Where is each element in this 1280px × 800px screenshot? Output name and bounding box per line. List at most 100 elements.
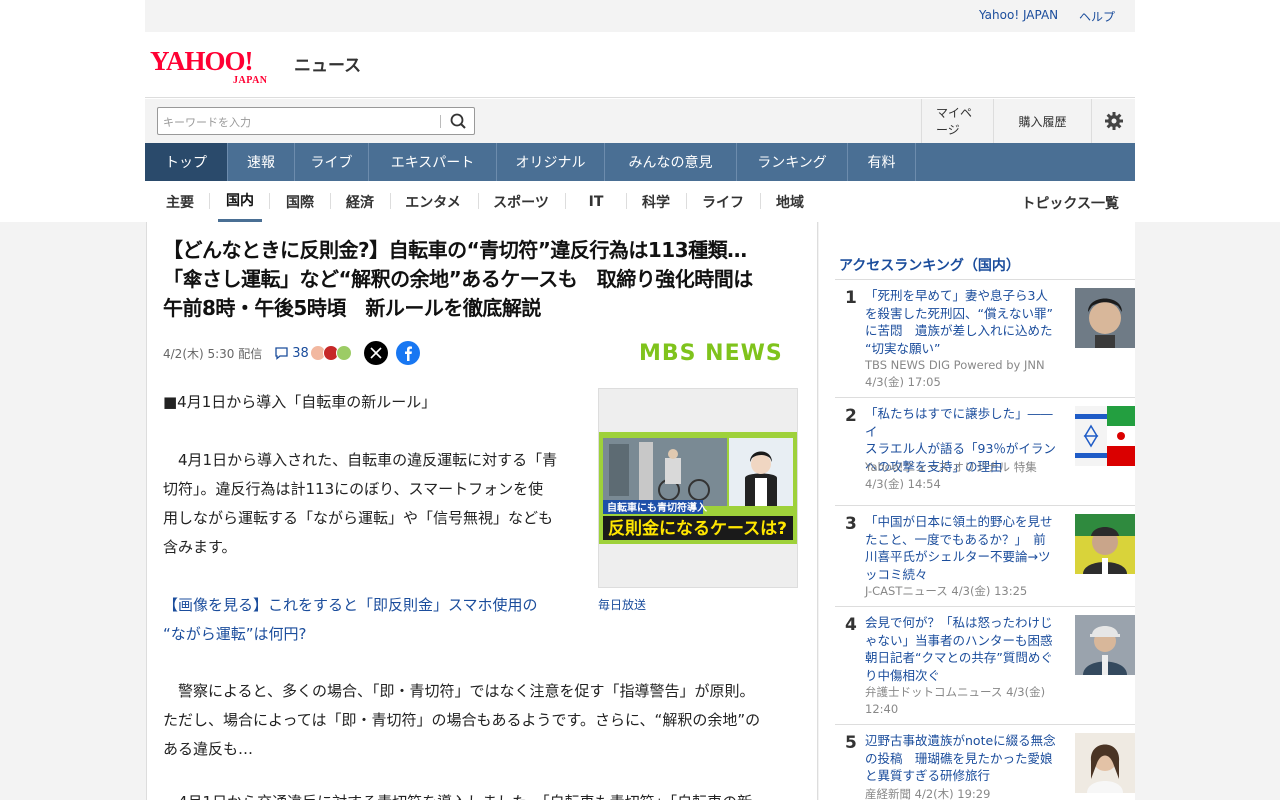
subnav-divider — [330, 193, 331, 209]
article: 【どんなときに反則金?】自転車の“青切符”違反行為は113種類… 「傘さし運転」… — [146, 222, 818, 800]
rank-source-line: TBS NEWS DIG Powered by JNN — [865, 358, 1045, 372]
main-nav: トップ 速報 ライブ エキスパート オリジナル みんなの意見 ランキング 有料 — [145, 143, 1135, 181]
article-photo[interactable]: 自転車にも青切符導入 反則金になるケースは? — [598, 388, 798, 588]
link-line: 【画像を見る】これをすると「即反則金」スマホ使用の — [163, 596, 538, 614]
rank-thumbnail — [1075, 615, 1135, 675]
rank-title-line: の投稿 珊瑚礁を見たかった愛娘 — [865, 750, 1053, 766]
ranking-heading: アクセスランキング（国内） — [839, 258, 1020, 274]
rank-source-line: 弁護士ドットコムニュース 4/3(金) — [865, 685, 1046, 699]
rank-source-line: 4/3(金) 14:54 — [865, 476, 941, 491]
help-link[interactable]: ヘルプ — [1079, 8, 1115, 25]
rank-title-line: 「中国が日本に領土的野心を見せ — [865, 514, 1053, 529]
nav-live[interactable]: ライブ — [295, 143, 369, 181]
nav-expert[interactable]: エキスパート — [369, 143, 497, 181]
ranking-sidebar: アクセスランキング（国内） 1 「死刑を早めて」妻や息子ら3人 を殺害した死刑囚… — [819, 222, 1135, 800]
body-line: 4月1日から交通違反に対する青切符を導入しました。「自転車も青切符」「自転車の新 — [163, 788, 807, 800]
image-link[interactable]: 【画像を見る】これをすると「即反則金」スマホ使用の “ながら運転”は何円? — [163, 591, 579, 649]
body-line: ある違反も… — [163, 740, 254, 758]
rank-thumbnail — [1075, 733, 1135, 793]
link-line: “ながら運転”は何円? — [163, 625, 307, 643]
yahoo-news-logo[interactable]: YAHOO! JAPAN ニュース — [150, 46, 361, 86]
article-meta: 4/2(木) 5:30 配信 38 — [163, 341, 420, 365]
share-buttons — [363, 341, 420, 365]
nav-paid[interactable]: 有料 — [848, 143, 916, 181]
publish-date: 4/2(木) 5:30 配信 — [163, 346, 263, 361]
subnav-sports[interactable]: スポーツ — [486, 181, 556, 222]
search-row: マイページ 購入履歴 — [145, 99, 1135, 143]
subnav-international[interactable]: 国際 — [277, 181, 323, 222]
body-line: ただし、場合によっては「即・青切符」の場合もあるようです。さらに、“解釈の余地”… — [163, 711, 761, 729]
body-line: 4月1日から導入された、自転車の違反運転に対する「青 — [163, 451, 558, 469]
subnav-divider — [478, 193, 479, 209]
x-share-icon[interactable] — [363, 341, 388, 365]
subnav-divider — [209, 193, 210, 209]
subnav-region[interactable]: 地域 — [767, 181, 813, 222]
photo-credit[interactable]: 毎日放送 — [598, 596, 646, 613]
body-paragraph: 4月1日から交通違反に対する青切符を導入しました。「自転車も青切符」「自転車の新 — [163, 788, 807, 800]
subnav-divider — [626, 193, 627, 209]
body-paragraph: 警察によると、多くの場合、「即・青切符」ではなく注意を促す「指導警告」が原則。 … — [163, 677, 807, 764]
article-body: ■4月1日から導入「自転車の新ルール」 4月1日から導入された、自転車の違反運転… — [163, 388, 579, 678]
ranking-item[interactable]: 3 「中国が日本に領土的野心を見せ たこと、一度でもあるか？」 前 川喜平氏がシ… — [835, 505, 1135, 606]
rank-number: 4 — [845, 615, 857, 635]
rank-title-line: と異質すぎる研修旅行 — [865, 768, 991, 783]
japan-logo-text: JAPAN — [233, 75, 268, 86]
yahoo-japan-link[interactable]: Yahoo! JAPAN — [979, 8, 1058, 22]
ranking-item[interactable]: 2 「私たちはすでに譲歩した」――イ スラエル人が語る「93％がイラン への攻撃… — [835, 397, 1135, 505]
rank-title-line: り中傷相次ぐ — [865, 667, 941, 683]
purchase-history-link[interactable]: 購入履歴 — [993, 99, 1091, 143]
nav-breaking[interactable]: 速報 — [228, 143, 295, 181]
rank-title-line: たこと、一度でもあるか？」 前 — [865, 531, 1046, 547]
subnav-divider — [760, 193, 761, 209]
rank-source: TBS NEWS DIG Powered by JNN 4/3(金) 17:05 — [865, 357, 1065, 390]
top-links: マイページ 購入履歴 — [921, 99, 1135, 143]
nav-original[interactable]: オリジナル — [497, 143, 605, 181]
gear-icon[interactable] — [1091, 99, 1135, 143]
search-icon[interactable] — [446, 110, 470, 132]
subnav-domestic[interactable]: 国内 — [218, 181, 262, 222]
topics-list-link[interactable]: トピックス一覧 — [1021, 193, 1119, 213]
facebook-share-icon[interactable] — [395, 341, 420, 365]
ranking-item[interactable]: 4 会見で何が？「私は怒ったわけじ ゃない」当事者のハンターも困惑 朝日記者“ク… — [835, 606, 1135, 724]
ranking-item[interactable]: 5 辺野古事故遺族がnoteに綴る無念 の投稿 珊瑚礁を見たかった愛娘 と異質す… — [835, 724, 1135, 800]
rank-title-line: “切実な願い” — [865, 340, 941, 356]
rank-number: 2 — [845, 406, 857, 426]
rank-title: 「死刑を早めて」妻や息子ら3人 を殺害した死刑囚、“償えない罪” に苦悶 遺族が… — [865, 287, 1065, 357]
rank-thumbnail — [1075, 406, 1135, 466]
body-line: 用しながら運転する「ながら運転」や「信号無視」なども — [163, 509, 554, 527]
rank-number: 3 — [845, 514, 857, 534]
utility-bar: Yahoo! JAPAN ヘルプ — [145, 0, 1135, 32]
ranking-item[interactable]: 1 「死刑を早めて」妻や息子ら3人 を殺害した死刑囚、“償えない罪” に苦悶 遺… — [835, 279, 1135, 397]
rank-title-line: 「私たちはすでに譲歩した」――イ — [865, 406, 1053, 439]
rank-source-line: 産経新聞 4/2(木) 19:29 — [865, 787, 991, 800]
body-line: 警察によると、多くの場合、「即・青切符」ではなく注意を促す「指導警告」が原則。 — [163, 682, 755, 700]
subnav-entertainment[interactable]: エンタメ — [397, 181, 469, 222]
subnav-divider — [390, 193, 391, 209]
nav-opinions[interactable]: みんなの意見 — [605, 143, 737, 181]
rank-title-line: 川喜平氏がシェルター不要論→ツ — [865, 549, 1051, 564]
body-paragraph: 4月1日から導入された、自転車の違反運転に対する「青 切符」。違反行為は計113… — [163, 446, 579, 562]
rank-title-line: スラエル人が語る「93％がイラン — [865, 441, 1056, 456]
rank-source: 弁護士ドットコムニュース 4/3(金) 12:40 — [865, 684, 1065, 717]
subnav-main[interactable]: 主要 — [157, 181, 203, 222]
nav-ranking[interactable]: ランキング — [737, 143, 848, 181]
rank-title-line: に苦悶 遺族が差し入れに込めた — [865, 323, 1053, 338]
rank-title-line: ッコミ続々 — [865, 566, 928, 582]
rank-title-line: 会見で何が？「私は怒ったわけじ — [865, 615, 1053, 630]
comment-count: 38 — [292, 345, 309, 361]
mbs-news-logo[interactable]: MBS NEWS — [639, 340, 799, 366]
rank-number: 1 — [845, 288, 857, 308]
search-input[interactable] — [163, 113, 433, 131]
subnav-economy[interactable]: 経済 — [337, 181, 383, 222]
rank-title: 「中国が日本に領土的野心を見せ たこと、一度でもあるか？」 前 川喜平氏がシェル… — [865, 513, 1065, 583]
body-line: 含みます。 — [163, 538, 237, 556]
mypage-link[interactable]: マイページ — [921, 99, 993, 143]
subnav-life[interactable]: ライフ — [693, 181, 753, 222]
comments-link[interactable]: 38 — [274, 346, 309, 361]
subnav-it[interactable]: IT — [573, 181, 619, 222]
reaction-face-icon — [335, 345, 352, 361]
nav-top[interactable]: トップ — [145, 143, 228, 181]
rank-source-line: Yahoo!ニュース オリジナル 特集 — [865, 460, 1037, 474]
rank-source-line: J-CASTニュース 4/3(金) 13:25 — [865, 584, 1028, 598]
subnav-science[interactable]: 科学 — [633, 181, 679, 222]
